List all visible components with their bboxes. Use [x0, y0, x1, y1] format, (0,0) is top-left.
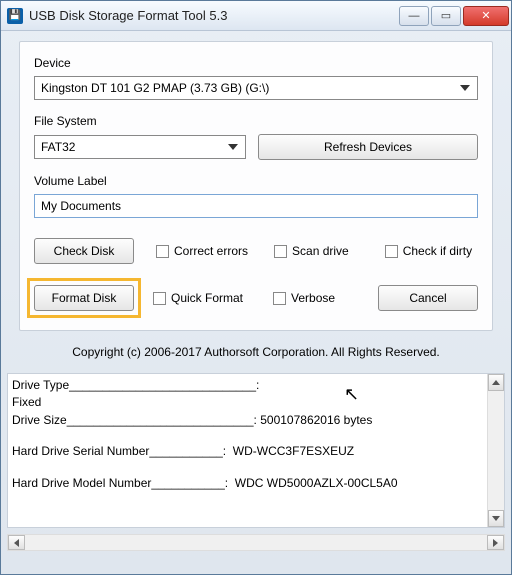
app-icon: 💾	[7, 8, 23, 24]
titlebar[interactable]: 💾 USB Disk Storage Format Tool 5.3 — ▭ ✕	[1, 1, 511, 31]
vertical-scrollbar[interactable]	[487, 374, 504, 527]
close-button[interactable]: ✕	[463, 6, 509, 26]
device-dropdown[interactable]: Kingston DT 101 G2 PMAP (3.73 GB) (G:\)	[34, 76, 478, 100]
filesystem-dropdown[interactable]: FAT32	[34, 135, 246, 159]
correct-errors-checkbox[interactable]: Correct errors	[156, 244, 248, 258]
group-box: Device Kingston DT 101 G2 PMAP (3.73 GB)…	[19, 41, 493, 331]
copyright-text: Copyright (c) 2006-2017 Authorsoft Corpo…	[19, 345, 493, 359]
info-textarea[interactable]: Drive Type____________________________: …	[7, 373, 505, 528]
maximize-button[interactable]: ▭	[431, 6, 461, 26]
quick-format-checkbox[interactable]: Quick Format	[153, 291, 243, 305]
filesystem-label: File System	[34, 114, 478, 128]
format-disk-button[interactable]: Format Disk	[34, 285, 134, 311]
format-row: Format Disk Quick Format Verbose Cancel	[34, 278, 478, 318]
app-window: 💾 USB Disk Storage Format Tool 5.3 — ▭ ✕…	[0, 0, 512, 575]
main-panel: Device Kingston DT 101 G2 PMAP (3.73 GB)…	[1, 31, 511, 373]
check-if-dirty-checkbox[interactable]: Check if dirty	[385, 244, 472, 258]
volume-input[interactable]	[34, 194, 478, 218]
refresh-devices-button[interactable]: Refresh Devices	[258, 134, 478, 160]
minimize-button[interactable]: —	[399, 6, 429, 26]
scroll-down-icon[interactable]	[488, 510, 504, 527]
filesystem-selected: FAT32	[41, 140, 75, 154]
device-selected: Kingston DT 101 G2 PMAP (3.73 GB) (G:\)	[41, 81, 269, 95]
volume-label: Volume Label	[34, 174, 478, 188]
scroll-right-icon[interactable]	[487, 535, 504, 550]
verbose-checkbox[interactable]: Verbose	[273, 291, 335, 305]
scroll-up-icon[interactable]	[488, 374, 504, 391]
window-title: USB Disk Storage Format Tool 5.3	[29, 8, 227, 23]
format-highlight: Format Disk	[27, 278, 141, 318]
horizontal-scrollbar[interactable]	[7, 534, 505, 551]
cancel-button[interactable]: Cancel	[378, 285, 478, 311]
device-label: Device	[34, 56, 478, 70]
check-disk-button[interactable]: Check Disk	[34, 238, 134, 264]
chevron-down-icon	[457, 81, 473, 95]
scroll-left-icon[interactable]	[8, 535, 25, 550]
check-row: Check Disk Correct errors Scan drive Che…	[34, 238, 478, 264]
scan-drive-checkbox[interactable]: Scan drive	[274, 244, 349, 258]
chevron-down-icon	[225, 140, 241, 154]
